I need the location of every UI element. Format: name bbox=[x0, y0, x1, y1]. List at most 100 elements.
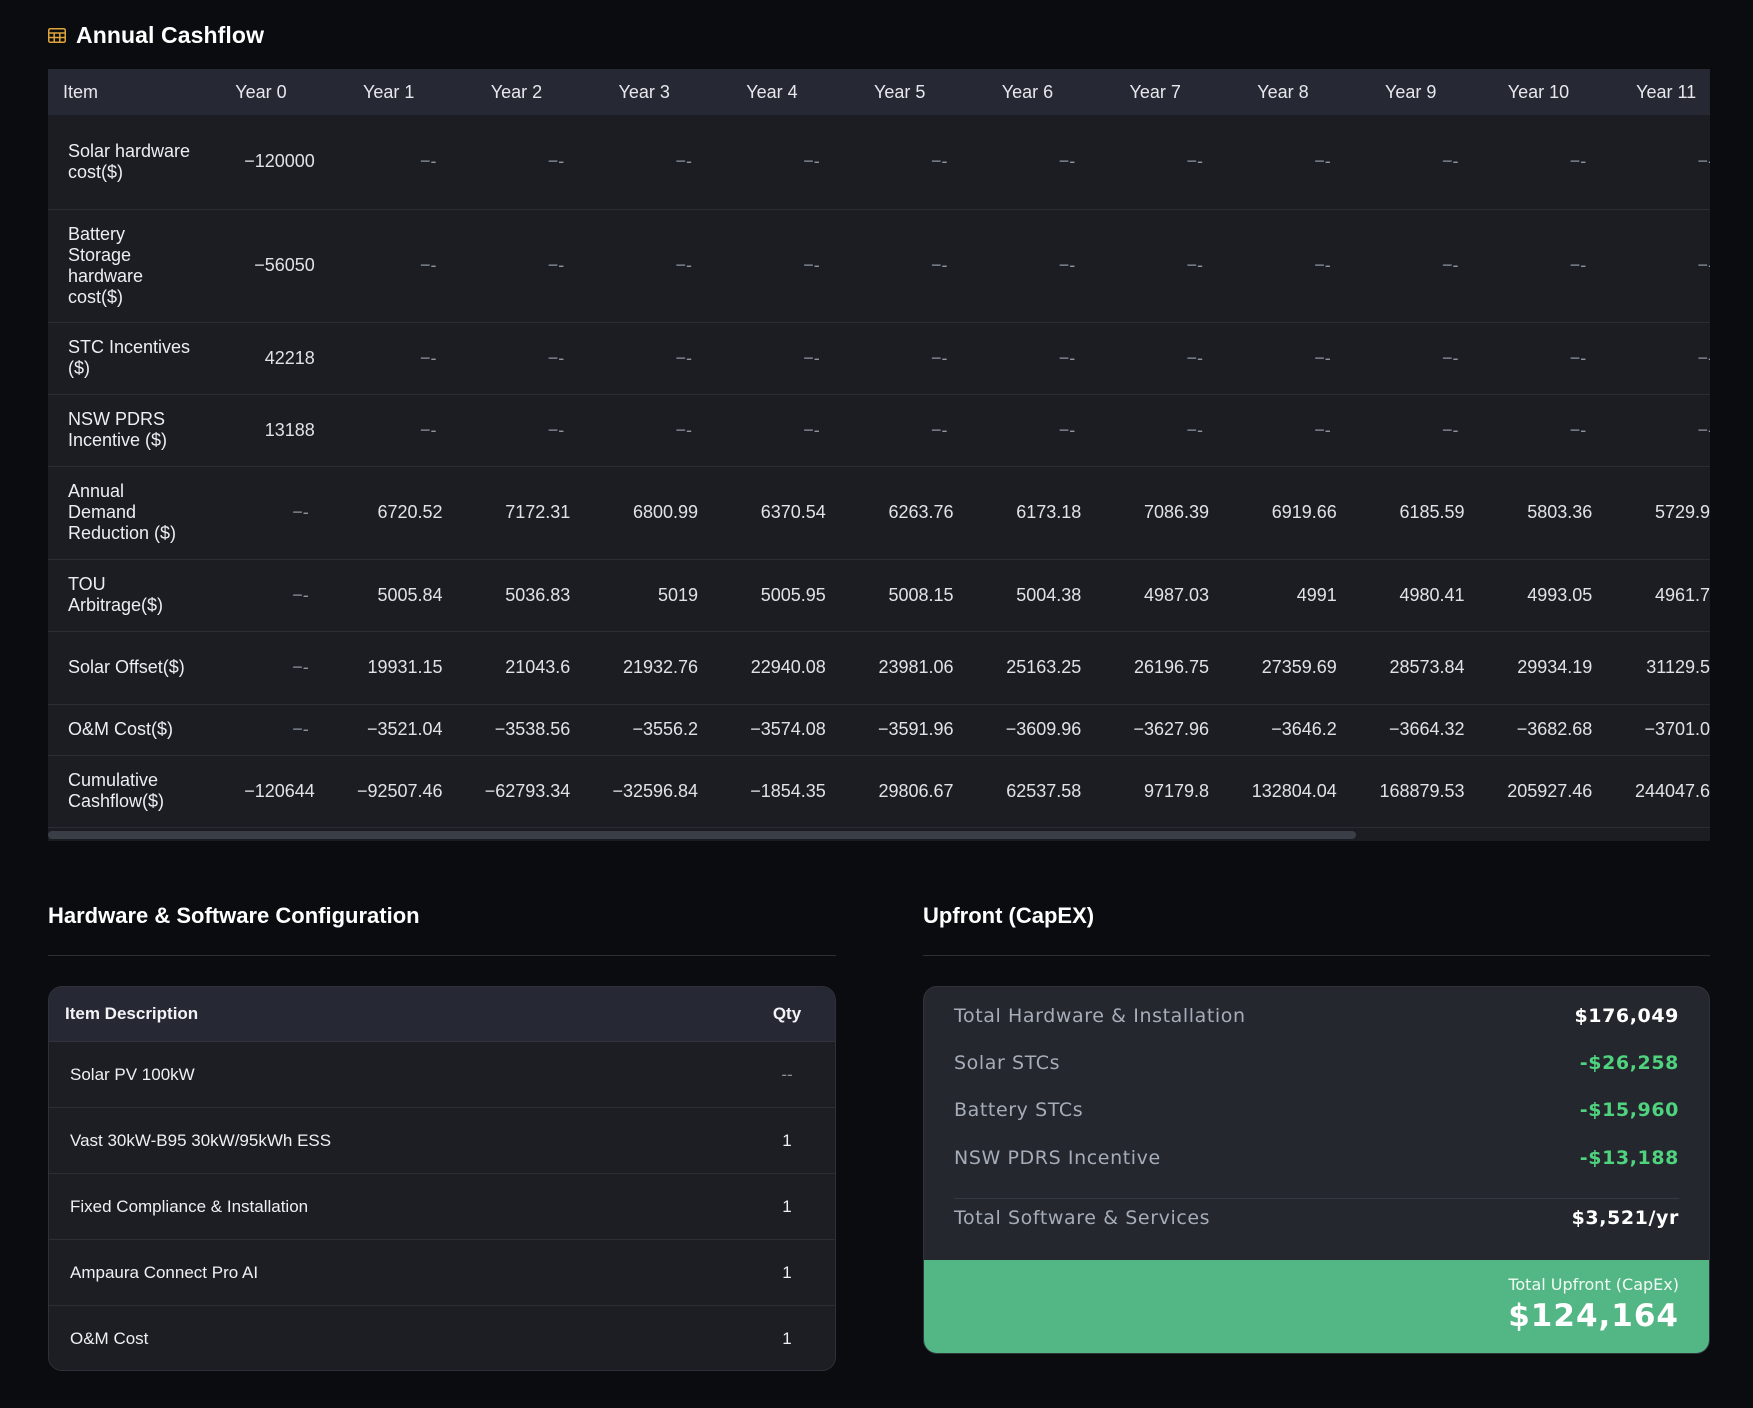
table-cell: −- bbox=[1219, 394, 1347, 467]
table-cell: −- bbox=[1346, 209, 1475, 323]
cell-value: −- bbox=[1697, 151, 1710, 172]
cell-value: −- bbox=[803, 347, 820, 368]
item-qty: 1 bbox=[782, 1329, 792, 1348]
table-row: Battery Storage hardware cost($) −56050 −-… bbox=[48, 209, 1710, 323]
cell-value: −- bbox=[1186, 151, 1204, 172]
cashflow-header: Annual Cashflow bbox=[48, 22, 264, 49]
table-cell: 19931.15 bbox=[324, 631, 453, 705]
table-cell: −- bbox=[452, 394, 581, 467]
cell-value: −- bbox=[1442, 419, 1459, 440]
column-header-year: Year 1 bbox=[362, 81, 415, 102]
table-cell: −- bbox=[835, 394, 964, 467]
table-cell: −- bbox=[1091, 322, 1220, 395]
table-cell: −- bbox=[963, 394, 1092, 467]
cell-value: −- bbox=[420, 419, 437, 440]
cell-value: −- bbox=[803, 255, 820, 275]
table-cell: 6263.76 bbox=[835, 466, 964, 560]
cell-value: −- bbox=[931, 151, 948, 172]
capex-row-battery-stcs: Battery STCs -$15,960 bbox=[954, 1099, 1679, 1121]
cell-value: −- bbox=[420, 255, 437, 275]
table-cell: 31129.51 bbox=[1602, 631, 1710, 705]
table-row: Annual Demand Reduction ($) −- 6720.52 7172… bbox=[48, 466, 1710, 560]
cell-value: −- bbox=[1442, 255, 1459, 275]
table-cell: −- bbox=[1219, 322, 1347, 395]
capex-row-solar-stcs: Solar STCs -$26,258 bbox=[954, 1052, 1679, 1074]
table-cell: −- bbox=[1346, 322, 1475, 395]
table-cell: −- bbox=[1219, 209, 1347, 323]
table-cell: 26196.75 bbox=[1091, 631, 1220, 705]
cashflow-table-container[interactable]: Item Year 0 Year 1 Year 2 Year 3 Year 4 Year 5… bbox=[48, 69, 1710, 841]
table-cell: −- bbox=[580, 322, 709, 395]
table-cell: 4993.05 bbox=[1474, 559, 1603, 632]
cell-value: −- bbox=[675, 151, 693, 172]
table-cell: 21043.6 bbox=[452, 631, 581, 705]
cell-value: −- bbox=[1569, 347, 1587, 368]
cell-value: −- bbox=[1058, 255, 1076, 275]
table-cell: −56050 bbox=[197, 209, 325, 323]
cell-value: −- bbox=[292, 502, 309, 522]
cell-value: −- bbox=[675, 255, 693, 275]
table-cell: 6185.59 bbox=[1346, 466, 1475, 560]
table-cell: −- bbox=[324, 115, 453, 210]
capex-label: Battery STCs bbox=[954, 1099, 1084, 1121]
table-cell: −92507.46 bbox=[324, 755, 453, 828]
cell-value: −- bbox=[675, 347, 693, 368]
cell-value: −- bbox=[547, 419, 565, 440]
capex-summary-card: Total Hardware & Installation $176,049 S… bbox=[923, 986, 1710, 1354]
column-header-year: Year 3 bbox=[618, 81, 670, 102]
cell-value: −- bbox=[1697, 255, 1710, 275]
table-cell: −- bbox=[1602, 115, 1710, 210]
table-cell: −32596.84 bbox=[580, 755, 709, 828]
table-cell: 6800.99 bbox=[580, 466, 709, 560]
table-cell: −120000 bbox=[197, 115, 325, 210]
capex-total-label: Total Upfront (CapEx) bbox=[1508, 1275, 1679, 1294]
cell-value: −- bbox=[547, 347, 565, 368]
table-cell: 5005.84 bbox=[324, 559, 453, 632]
table-cell: 6720.52 bbox=[324, 466, 453, 560]
column-header-year: Year 10 bbox=[1507, 81, 1570, 102]
cell-value: −- bbox=[420, 151, 437, 172]
table-row: NSW PDRS Incentive ($) 13188 −- −- −- −- −- −- −… bbox=[48, 394, 1710, 467]
table-cell: −- bbox=[963, 209, 1092, 323]
table-cell: 132804.04 bbox=[1219, 755, 1347, 828]
table-cell: 205927.46 bbox=[1474, 755, 1603, 828]
divider bbox=[923, 955, 1710, 956]
column-header-year: Year 9 bbox=[1384, 81, 1437, 102]
column-header-item: Item bbox=[63, 81, 99, 102]
table-cell: −- bbox=[708, 115, 836, 210]
table-cell: −- bbox=[708, 322, 836, 395]
item-description: Ampaura Connect Pro AI bbox=[70, 1262, 259, 1282]
table-cell: −3591.96 bbox=[835, 704, 964, 756]
cell-value: −- bbox=[1058, 347, 1076, 368]
table-cell: 42218 bbox=[197, 322, 325, 395]
horizontal-scrollbar-thumb[interactable] bbox=[48, 831, 1356, 839]
table-cell: −- bbox=[1602, 394, 1710, 467]
cell-value: −- bbox=[675, 419, 693, 440]
table-cell: −3609.96 bbox=[963, 704, 1092, 756]
item-qty: 1 bbox=[782, 1130, 792, 1150]
cell-value: −- bbox=[1186, 255, 1204, 275]
table-cell: −- bbox=[1091, 209, 1220, 323]
cell-value: −- bbox=[1569, 151, 1587, 172]
table-cell: −3521.04 bbox=[324, 704, 453, 756]
table-cell: 5729.99 bbox=[1602, 466, 1710, 560]
table-cell: −- bbox=[1602, 322, 1710, 395]
column-header-year: Year 6 bbox=[1001, 81, 1054, 102]
table-cell: −- bbox=[1346, 394, 1475, 467]
item-description: Vast 30kW-B95 30kW/95kWh ESS bbox=[70, 1130, 332, 1150]
table-row: Ampaura Connect Pro AI 1 bbox=[49, 1240, 835, 1306]
row-label: Annual Demand Reduction ($) bbox=[48, 466, 198, 560]
table-cell: −3556.2 bbox=[580, 704, 709, 756]
table-cell: −- bbox=[1346, 115, 1475, 210]
table-row: O&M Cost 1 bbox=[49, 1306, 835, 1370]
row-label: Cumulative Cashflow($) bbox=[48, 755, 198, 828]
cell-value: −- bbox=[1442, 347, 1459, 368]
cell-value: −- bbox=[1058, 151, 1076, 172]
table-cell: 25163.25 bbox=[963, 631, 1092, 705]
item-description: Fixed Compliance & Installation bbox=[70, 1196, 309, 1216]
table-row: Fixed Compliance & Installation 1 bbox=[49, 1174, 835, 1240]
table-cell: −- bbox=[580, 209, 709, 323]
cell-value: −- bbox=[931, 347, 948, 368]
table-cell: 23981.06 bbox=[835, 631, 964, 705]
item-qty: 1 bbox=[782, 1262, 792, 1282]
